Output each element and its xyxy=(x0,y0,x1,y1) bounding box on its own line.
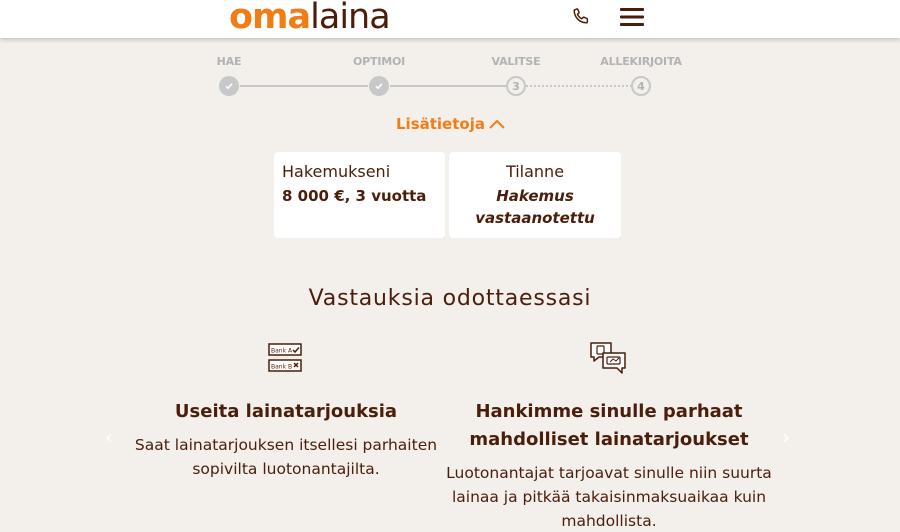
slide-2-text-line2: lainaa ja pitkää takaisinmaksuaikaa kuin xyxy=(451,488,767,506)
slide-2-heading-line1: Hankimme sinulle parhaat xyxy=(475,401,743,422)
step-3-circle: 3 xyxy=(506,76,526,96)
slide-2-heading: Hankimme sinulle parhaat mahdolliset lai… xyxy=(459,398,759,454)
logo-part-laina: laina xyxy=(310,0,391,37)
slide-2-text-line3: mahdollista. xyxy=(561,512,657,530)
step-1-check-icon xyxy=(219,76,239,96)
step-connector-pending xyxy=(526,85,632,87)
step-connector-done xyxy=(390,85,506,87)
status-value-line2: vastaanotettu xyxy=(475,209,595,227)
slide-1-text-line1: Saat lainatarjouksen itsellesi parhaiten xyxy=(134,436,438,454)
carousel-prev-arrow-icon[interactable]: ‹ xyxy=(105,425,113,449)
slide-2-text-line1: Luotonantajat tarjoavat sinulle niin suu… xyxy=(446,464,772,482)
status-card: Tilanne Hakemus vastaanotettu xyxy=(449,152,621,238)
step-connector-done xyxy=(240,85,368,87)
slide-1-text-line2: sopivilta luotonantajilta. xyxy=(192,460,380,478)
hamburger-menu-icon[interactable] xyxy=(620,7,644,27)
phone-icon[interactable] xyxy=(572,7,590,25)
step-2-check-icon xyxy=(369,76,389,96)
application-card: Hakemukseni 8 000 €, 3 vuotta xyxy=(274,152,445,238)
chat-bubbles-icon xyxy=(589,341,627,381)
more-info-label: Lisätietoja xyxy=(396,115,485,133)
application-card-value: 8 000 €, 3 vuotta xyxy=(282,187,427,205)
section-title: Vastauksia odottaessasi xyxy=(308,286,592,311)
omalaina-logo[interactable]: omalaina xyxy=(229,0,391,37)
more-info-toggle[interactable]: Lisätietoja xyxy=(396,115,506,133)
bank-a-text: Bank A xyxy=(271,348,293,355)
step-label-allekirjoita: ALLEKIRJOITA xyxy=(600,55,682,68)
chevron-up-icon xyxy=(489,119,505,129)
slide-1-text: Saat lainatarjouksen itsellesi parhaiten… xyxy=(116,433,456,481)
bank-b-text: Bank B xyxy=(271,364,292,371)
slide-2-text: Luotonantajat tarjoavat sinulle niin suu… xyxy=(434,461,784,532)
progress-steps: HAE OPTIMOI VALITSE 3 ALLEKIRJOITA 4 xyxy=(0,40,900,100)
status-value-line1: Hakemus xyxy=(496,187,574,205)
step-label-hae: HAE xyxy=(216,55,242,68)
logo-part-oma: oma xyxy=(229,0,311,37)
step-4-circle: 4 xyxy=(631,76,651,96)
carousel-next-arrow-icon[interactable]: › xyxy=(782,425,790,449)
application-card-title: Hakemukseni xyxy=(282,162,391,181)
step-label-optimoi: OPTIMOI xyxy=(353,55,405,68)
status-card-value: Hakemus vastaanotettu xyxy=(449,185,621,229)
site-header: omalaina xyxy=(0,0,900,38)
bank-offers-icon: Bank A Bank B xyxy=(268,343,302,377)
status-card-title: Tilanne xyxy=(505,162,565,181)
slide-2-heading-line2: mahdolliset lainatarjoukset xyxy=(469,429,749,450)
slide-1-heading: Useita lainatarjouksia xyxy=(174,401,398,422)
step-label-valitse: VALITSE xyxy=(491,55,541,68)
